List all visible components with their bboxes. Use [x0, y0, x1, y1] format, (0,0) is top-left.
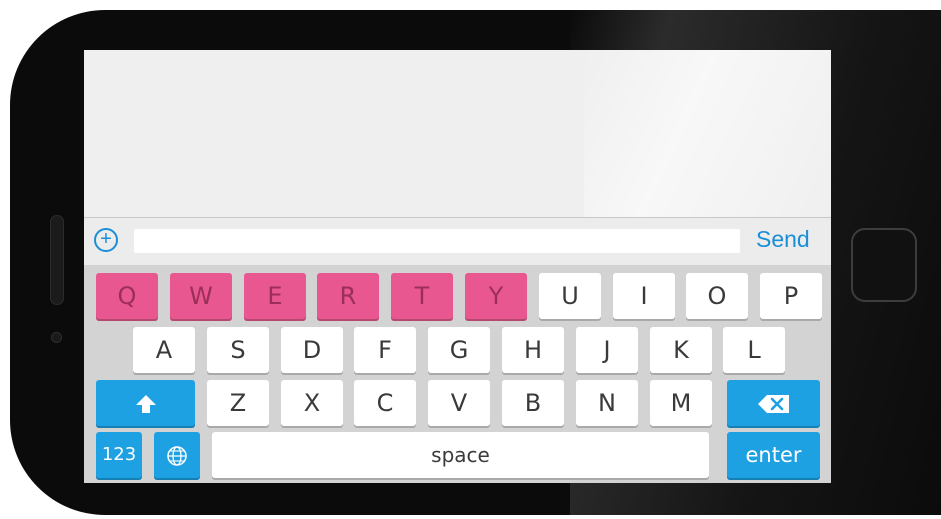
key-e[interactable]: E: [244, 273, 306, 319]
key-g[interactable]: G: [428, 327, 490, 373]
space-key[interactable]: space: [212, 432, 709, 478]
message-input[interactable]: [134, 229, 740, 253]
key-v[interactable]: V: [428, 380, 490, 426]
key-l[interactable]: L: [723, 327, 785, 373]
key-a[interactable]: A: [133, 327, 195, 373]
backspace-icon: [757, 395, 789, 413]
key-y[interactable]: Y: [465, 273, 527, 319]
key-w[interactable]: W: [170, 273, 232, 319]
key-s[interactable]: S: [207, 327, 269, 373]
key-m[interactable]: M: [650, 380, 712, 426]
key-n[interactable]: N: [576, 380, 638, 426]
key-j[interactable]: J: [576, 327, 638, 373]
key-h[interactable]: H: [502, 327, 564, 373]
home-button[interactable]: [851, 228, 917, 302]
plus-circle-icon[interactable]: +: [94, 228, 118, 252]
key-q[interactable]: Q: [96, 273, 158, 319]
shift-arrow-icon: [135, 395, 156, 413]
message-area: [84, 50, 831, 217]
globe-icon: [167, 446, 187, 466]
key-p[interactable]: P: [760, 273, 822, 319]
numbers-key[interactable]: 123: [96, 432, 142, 478]
key-o[interactable]: O: [686, 273, 748, 319]
front-camera: [51, 332, 62, 343]
key-b[interactable]: B: [502, 380, 564, 426]
key-d[interactable]: D: [281, 327, 343, 373]
key-k[interactable]: K: [650, 327, 712, 373]
key-u[interactable]: U: [539, 273, 601, 319]
enter-key[interactable]: enter: [727, 432, 820, 478]
key-z[interactable]: Z: [207, 380, 269, 426]
phone-screen: + Send Q W E R T Y U I O P A S D F G H J…: [84, 50, 831, 483]
globe-key[interactable]: [154, 432, 200, 478]
send-button[interactable]: Send: [756, 226, 810, 253]
shift-key[interactable]: [96, 380, 195, 426]
key-r[interactable]: R: [317, 273, 379, 319]
key-i[interactable]: I: [613, 273, 675, 319]
key-t[interactable]: T: [391, 273, 453, 319]
side-speaker-slot: [50, 215, 64, 305]
backspace-key[interactable]: [727, 380, 820, 426]
key-c[interactable]: C: [354, 380, 416, 426]
key-f[interactable]: F: [354, 327, 416, 373]
key-x[interactable]: X: [281, 380, 343, 426]
keyboard: Q W E R T Y U I O P A S D F G H J K L Z …: [84, 265, 831, 483]
